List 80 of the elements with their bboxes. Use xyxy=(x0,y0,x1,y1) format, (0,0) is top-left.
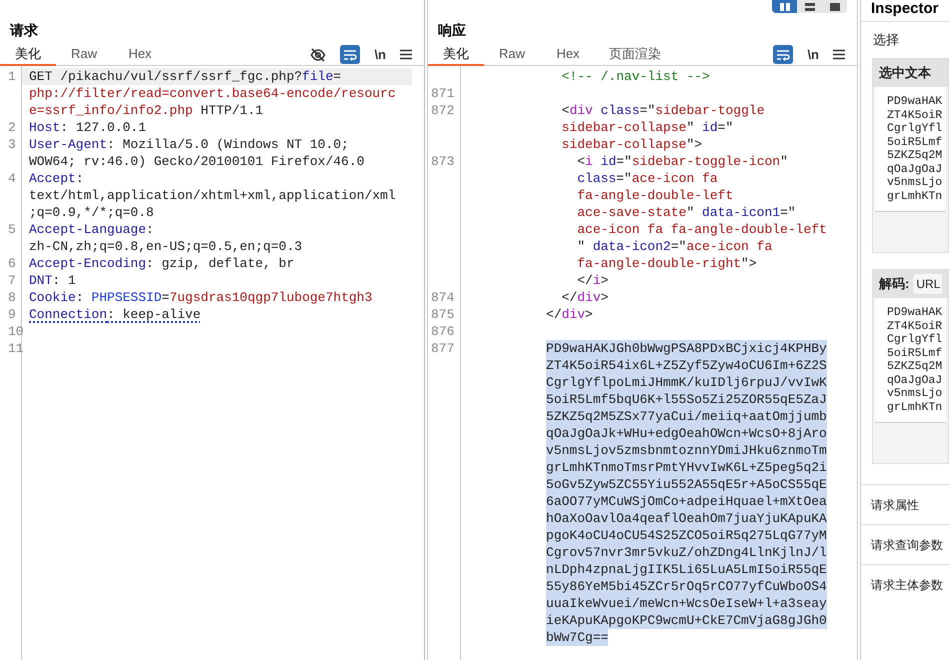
code-line: Accept: xyxy=(28,170,85,187)
line-number: 8 xyxy=(8,290,16,305)
panel-title: 请求 xyxy=(10,21,38,40)
line-number: 10 xyxy=(8,324,24,339)
line-number: 11 xyxy=(8,341,24,356)
code-line: ;q=0.9,*/*;q=0.8 xyxy=(28,204,155,221)
newline-toggle[interactable]: \n xyxy=(807,44,819,64)
menu-icon[interactable] xyxy=(833,49,845,60)
code-line: php://filter/read=convert.base64-encode/resourc xyxy=(28,85,397,102)
square-icon xyxy=(830,3,840,11)
layout-button[interactable] xyxy=(822,0,847,13)
card-heading: 解码: xyxy=(879,275,910,294)
code-line: fa-angle-double-left xyxy=(576,187,734,204)
code-line: Accept-Encoding: gzip, deflate, br xyxy=(28,255,296,272)
code-text: PD9waHAK ZT4K5oiR CgrlgYfl 5oiR5Lmf 5ZKZ5q2M qOaJgOaJ v5nmsLjo grLmhKTn xyxy=(875,298,946,423)
tab[interactable]: Raw xyxy=(56,44,112,66)
tab[interactable]: Hex xyxy=(112,44,168,66)
code-line: fa-angle-double-right"> xyxy=(576,255,758,272)
line-number: 876 xyxy=(431,324,454,339)
line-number: 5 xyxy=(8,222,16,237)
card-heading: 选中文本 xyxy=(879,64,931,82)
code-line: class="ace-icon fa xyxy=(576,170,719,187)
layout-button[interactable] xyxy=(797,0,822,13)
rows-icon xyxy=(804,3,814,11)
line-number: 2 xyxy=(8,120,16,135)
line-number: 874 xyxy=(431,290,454,305)
code-line: Cookie: PHPSESSID=7ugsdras10qgp7luboge7htgh3 xyxy=(28,289,374,306)
line-number: 872 xyxy=(431,103,454,118)
code-line: " data-icon2="ace-icon fa xyxy=(576,238,774,255)
wrap-icon xyxy=(776,48,790,60)
line-number: 7 xyxy=(8,273,16,288)
code-line: DNT: 1 xyxy=(28,272,77,289)
eye-off-icon[interactable] xyxy=(310,46,326,62)
tab[interactable]: 页面渲染 xyxy=(596,44,674,66)
code-line: Host: 127.0.0.1 xyxy=(28,119,148,136)
code-line: </i> xyxy=(576,272,610,289)
code-line: <i id="sidebar-toggle-icon" xyxy=(576,153,789,170)
decode-dropdown[interactable]: URL xyxy=(913,274,942,294)
line-number: 1 xyxy=(8,69,16,84)
code-line: e=ssrf_info/info2.php HTTP/1.1 xyxy=(28,102,264,119)
code-line: sidebar-collapse" id=" xyxy=(560,119,734,136)
wrap-icon xyxy=(343,48,358,60)
tab[interactable]: 美化 xyxy=(0,44,56,66)
code-line: ace-icon fa fa-angle-double-left xyxy=(576,221,828,238)
section-header[interactable]: 请求属性 xyxy=(871,496,919,514)
line-number: 4 xyxy=(8,171,16,186)
tab[interactable]: Hex xyxy=(540,44,596,66)
line-number: 873 xyxy=(431,154,454,169)
line-number: 871 xyxy=(431,86,454,101)
code-line: text/html,application/xhtml+xml,application/xml xyxy=(28,187,397,204)
panel-title: 响应 xyxy=(438,21,466,40)
tab[interactable]: 美化 xyxy=(428,44,484,66)
menu-icon[interactable] xyxy=(400,49,412,60)
tab[interactable]: Raw xyxy=(484,44,540,66)
line-number: 6 xyxy=(8,256,16,271)
line-number: 877 xyxy=(431,341,454,356)
code-line: User-Agent: Mozilla/5.0 (Windows NT 10.0; xyxy=(28,136,350,153)
section-header[interactable]: 请求查询参数 xyxy=(871,536,943,554)
code-line: <div class="sidebar-toggle xyxy=(560,102,766,119)
wrap-button[interactable] xyxy=(340,45,360,64)
code-line: zh-CN,zh;q=0.8,en-US;q=0.5,en;q=0.3 xyxy=(28,238,304,255)
line-number: 3 xyxy=(8,137,16,152)
code-line: Accept-Language: xyxy=(28,221,155,238)
layout-button[interactable] xyxy=(772,0,797,13)
code-text: PD9waHAK ZT4K5oiR CgrlgYfl 5oiR5Lmf 5ZKZ5q2M qOaJgOaJ v5nmsLjo grLmhKTn xyxy=(875,87,946,212)
line-number: 9 xyxy=(8,307,16,322)
code-line: </div> xyxy=(545,306,594,323)
newline-toggle[interactable]: \n xyxy=(374,44,386,64)
code-line: </div> xyxy=(560,289,610,306)
code-line: ace-save-state" data-icon1=" xyxy=(576,204,797,221)
code-line: Connection: keep-alive xyxy=(28,306,202,323)
code-line: WOW64; rv:46.0) Gecko/20100101 Firefox/46.0 xyxy=(28,153,366,170)
section-header[interactable]: 请求主体参数 xyxy=(871,576,943,594)
code-line: <!-- /.nav-list --> xyxy=(560,68,711,85)
columns-icon xyxy=(780,3,790,11)
section-label: 选择 xyxy=(873,31,899,50)
line-number: 875 xyxy=(431,307,454,322)
wrap-button[interactable] xyxy=(773,45,794,64)
code-line: sidebar-collapse"> xyxy=(560,136,704,153)
inspector-title: Inspector xyxy=(871,0,939,18)
